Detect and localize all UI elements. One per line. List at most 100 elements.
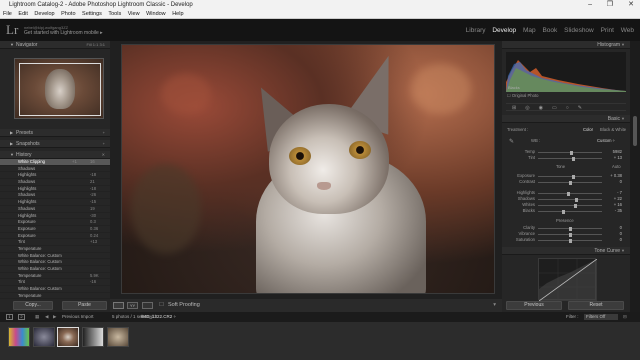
wb-eyedropper-icon[interactable]: ✎ [509,138,514,145]
filmstrip-thumbnail[interactable] [107,327,129,347]
slider-track[interactable] [538,174,602,179]
paste-button[interactable]: Paste [62,301,107,310]
treatment-color[interactable]: Color [583,127,593,132]
history-item[interactable]: White Clipping +1 16 [0,159,110,166]
histogram-display[interactable] [506,52,626,92]
brush-icon[interactable]: ✎ [578,105,591,111]
history-item[interactable]: Highlights -18 [0,172,110,180]
slider-track[interactable] [538,156,602,161]
original-photo-checkbox[interactable]: ☐ Original Photo [507,93,538,98]
module-map[interactable]: Map [523,27,536,34]
slider-knob[interactable] [574,197,578,202]
slider-value[interactable]: + 0.38 [608,173,622,178]
slider-knob[interactable] [566,191,570,196]
module-library[interactable]: Library [466,27,486,34]
menu-settings[interactable]: Settings [82,11,102,17]
before-after-icon[interactable]: YY [127,302,138,309]
wb-dropdown[interactable]: Custom ÷ [597,138,615,143]
history-item[interactable]: Tint +13 [0,239,110,246]
add-snapshot-icon[interactable]: + [103,140,105,148]
navigator-zoom-options[interactable]: Fill 1:1 3:1 [87,41,105,49]
filmstrip-thumbnail-selected[interactable] [57,327,79,347]
slider-value[interactable]: - 35 [608,208,622,213]
slider-value[interactable]: 0 [608,237,622,242]
history-item[interactable]: Shadows [0,166,110,173]
history-item[interactable]: White Balance: Custom [0,253,110,260]
histogram-header[interactable]: Histogram ▼ [502,41,630,49]
history-item[interactable]: Highlights -30 [0,213,110,220]
navigator-viewport-frame[interactable] [19,63,101,116]
previous-button[interactable]: Previous [506,301,562,310]
history-item[interactable]: White Balance: Custom [0,286,110,293]
slider-knob[interactable] [568,180,572,185]
treatment-bw[interactable]: Black & White [600,127,626,132]
right-panel-scrollbar[interactable] [630,41,640,312]
secondary-window-2-button[interactable]: 2 [18,314,25,320]
module-print[interactable]: Print [601,27,614,34]
slider-track[interactable] [538,203,602,208]
mobile-promo-link[interactable]: Get started with Lightroom mobile ▸ [24,30,103,36]
presets-header[interactable]: ▶ Presets + [0,129,110,137]
history-item[interactable]: Shadows -26 [0,192,110,200]
radial-filter-icon[interactable]: ○ [566,105,578,111]
cat-photo[interactable] [121,44,495,294]
back-arrow-icon[interactable]: ◀ [45,312,48,322]
history-item[interactable]: White Balance: Custom [0,266,110,273]
history-item[interactable]: Highlights -15 [0,199,110,206]
module-develop[interactable]: Develop [492,27,516,34]
basic-header[interactable]: Basic ▼ [502,115,630,123]
slider-track[interactable] [538,232,602,237]
minimize-button[interactable]: – [588,0,592,10]
slider-knob[interactable] [562,209,566,214]
loupe-view-icon[interactable] [113,302,124,309]
reset-button[interactable]: Reset [568,301,624,310]
history-item[interactable]: Shadows 21 [0,179,110,186]
history-item[interactable]: Highlights -18 [0,186,110,193]
slider-value[interactable]: + 22 [608,196,622,201]
slider-value[interactable]: + 16 [608,202,622,207]
history-item[interactable]: Exposure 0.24 [0,233,110,240]
menu-develop[interactable]: Develop [34,11,54,17]
history-item[interactable]: Temperature [0,246,110,253]
slider-value[interactable]: 0 [608,179,622,184]
slider-value[interactable]: 0 [608,231,622,236]
filter-dropdown[interactable]: Filters Off [584,314,618,320]
secondary-window-1-button[interactable]: 1 [6,314,13,320]
menu-edit[interactable]: Edit [18,11,27,17]
scrollbar-thumb[interactable] [633,116,637,146]
grid-icon[interactable]: ▦ [35,312,39,322]
slider-track[interactable] [538,209,602,214]
menu-photo[interactable]: Photo [61,11,75,17]
slider-knob[interactable] [568,238,572,243]
filter-lock-icon[interactable]: ⊟ [623,312,627,322]
slider-knob[interactable] [572,156,576,161]
filmstrip-thumbnail[interactable] [82,327,104,347]
history-item[interactable]: Temperature [0,293,110,300]
history-item[interactable]: Temperature 5.9K [0,273,110,280]
spot-removal-icon[interactable]: ◎ [525,105,538,111]
slider-track[interactable] [538,226,602,231]
history-item[interactable]: Tint -16 [0,279,110,287]
slider-knob[interactable] [568,232,572,237]
history-item[interactable]: Exposure 0.36 [0,226,110,233]
copy-button[interactable]: Copy... [13,301,53,310]
tone-curve-header[interactable]: Tone Curve ▼ [502,247,630,255]
module-book[interactable]: Book [542,27,557,34]
menu-window[interactable]: Window [146,11,166,17]
graduated-filter-icon[interactable]: ▭ [552,105,566,111]
red-eye-icon[interactable]: ◉ [539,105,552,111]
clear-history-icon[interactable]: ✕ [102,151,105,159]
history-header[interactable]: ▼ History ✕ [0,151,110,159]
slider-knob[interactable] [568,226,572,231]
slider-knob[interactable] [571,174,575,179]
slider-track[interactable] [538,191,602,196]
current-filename[interactable]: IMG_1322.CR2 ÷ [141,312,176,322]
history-item[interactable]: Shadows 19 [0,206,110,213]
menu-view[interactable]: View [128,11,140,17]
module-web[interactable]: Web [621,27,634,34]
close-button[interactable]: ✕ [628,0,634,10]
toolbar-menu-icon[interactable]: ▾ [493,299,496,312]
maximize-button[interactable]: ❐ [607,0,613,10]
navigator-header[interactable]: ▼ Navigator Fill 1:1 3:1 [0,41,110,49]
slider-value[interactable]: + 13 [608,155,622,160]
